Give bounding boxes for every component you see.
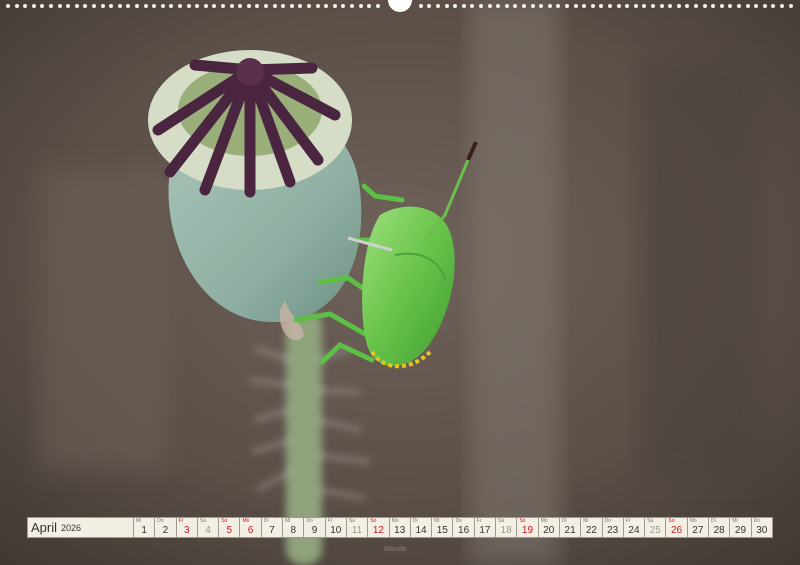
weekday-abbrev: Sa [647, 518, 654, 524]
day-number: 6 [247, 525, 254, 536]
month-name: April [31, 520, 58, 535]
day-number: 27 [692, 525, 704, 536]
day-number: 19 [521, 525, 534, 536]
calendar-day: Do 2 [155, 517, 177, 538]
calendar-day: Do 9 [304, 517, 326, 538]
calendar-day: Mi 15 [432, 517, 454, 538]
calendar-day: Fr 24 [623, 517, 646, 538]
calendar-day: Sa 11 [346, 517, 369, 538]
weekday-abbrev: Do [604, 518, 611, 524]
calendar-day: Do 30 [751, 517, 773, 538]
calendar-day: Fr 3 [176, 517, 198, 538]
calendar-day: So 12 [368, 517, 390, 538]
weekday-abbrev: Di [561, 518, 567, 524]
calendar-day: Di 21 [559, 517, 582, 538]
calendar-day: Do 23 [602, 517, 624, 538]
blurred-shape-left [40, 170, 170, 470]
weekday-abbrev: Mi [732, 518, 738, 524]
day-number: 16 [458, 525, 470, 536]
weekday-abbrev: Fr [476, 518, 482, 524]
calendar-day: Mi 29 [730, 517, 752, 538]
day-number: 21 [564, 525, 576, 536]
calendar-strip: April 2026 Mi 1 Do 2 Fr 3 Sa 4 So 5 Mo 6 Di 7 Mi 8 Do 9 Fr… [27, 517, 773, 538]
day-number: 11 [351, 525, 363, 536]
day-number: 28 [713, 525, 725, 536]
day-number: 5 [226, 525, 233, 536]
calendar-day: So 5 [219, 517, 241, 538]
calendar-day: Sa 4 [197, 517, 220, 538]
weekday-abbrev: Sa [348, 518, 356, 524]
weekday-abbrev: Di [412, 518, 418, 524]
weekday-abbrev: Di [263, 518, 269, 524]
calendar-day: Sa 25 [645, 517, 667, 538]
day-number: 25 [649, 525, 661, 536]
calendar-day: Mo 27 [687, 517, 710, 538]
weekday-abbrev: Sa [498, 518, 505, 524]
day-number: 12 [372, 525, 384, 536]
photo-credit: Wanda [384, 546, 406, 553]
weekday-abbrev: Fr [625, 518, 631, 524]
blurred-shape-far-right [640, 60, 760, 480]
calendar-day: Fr 10 [325, 517, 347, 538]
weekday-abbrev: Mo [540, 518, 548, 524]
calendar-day: Mo 6 [240, 517, 262, 538]
calendar-day: Mo 20 [538, 517, 560, 538]
day-number: 22 [585, 525, 597, 536]
day-number: 3 [183, 525, 190, 536]
weekday-abbrev: Do [455, 518, 462, 524]
day-number: 8 [290, 525, 296, 536]
day-number: 17 [479, 525, 491, 536]
day-number: 7 [269, 525, 275, 536]
weekday-abbrev: Mi [434, 518, 440, 524]
day-number: 13 [394, 525, 406, 536]
month-label-box: April 2026 [27, 517, 134, 538]
blurred-stalk-right [470, 0, 560, 565]
weekday-abbrev: Do [753, 518, 761, 524]
day-number: 26 [671, 525, 683, 536]
calendar-day: Fr 17 [474, 517, 497, 538]
weekday-abbrev: Mo [391, 518, 399, 524]
year-label: 2026 [61, 522, 82, 533]
day-number: 10 [330, 525, 342, 536]
calendar-day: Di 14 [410, 517, 433, 538]
weekday-abbrev: So [370, 518, 377, 524]
weekday-abbrev: Fr [178, 518, 184, 524]
calendar-day: Mi 1 [134, 517, 156, 538]
calendar-day: So 26 [666, 517, 688, 538]
weekday-abbrev: Do [157, 518, 164, 524]
weekday-abbrev: Mi [285, 518, 291, 524]
day-number: 14 [415, 525, 427, 536]
calendar-day: Mi 8 [283, 517, 305, 538]
day-number: 2 [162, 525, 169, 536]
calendar-day: Mi 22 [581, 517, 603, 538]
weekday-abbrev: Sa [199, 518, 207, 524]
weekday-abbrev: So [221, 518, 228, 524]
day-number: 23 [607, 525, 619, 536]
day-number: 4 [205, 525, 211, 536]
calendar-day: So 19 [517, 517, 539, 538]
weekday-abbrev: Fr [327, 518, 333, 524]
calendar-day: Di 7 [261, 517, 284, 538]
day-number: 20 [543, 525, 555, 536]
day-number: 24 [628, 525, 640, 536]
weekday-abbrev: So [668, 518, 675, 524]
calendar-day: Mo 13 [389, 517, 411, 538]
day-number: 18 [500, 525, 512, 536]
day-number: 1 [141, 525, 147, 536]
day-number: 15 [436, 525, 448, 536]
photo-poppy-capsule-shield-bug [0, 0, 800, 565]
day-number: 29 [734, 525, 747, 536]
weekday-abbrev: Mi [583, 518, 589, 524]
weekday-abbrev: Mo [242, 518, 250, 524]
weekday-abbrev: Mi [136, 518, 142, 524]
weekday-abbrev: So [519, 518, 526, 524]
calendar-day: Di 28 [709, 517, 731, 538]
day-number: 30 [756, 525, 768, 536]
calendar-day: Do 16 [453, 517, 475, 538]
day-number: 9 [311, 525, 318, 536]
weekday-abbrev: Mo [689, 518, 697, 524]
weekday-abbrev: Do [306, 518, 313, 524]
weekday-abbrev: Di [711, 518, 716, 524]
calendar-day: Sa 18 [496, 517, 518, 538]
